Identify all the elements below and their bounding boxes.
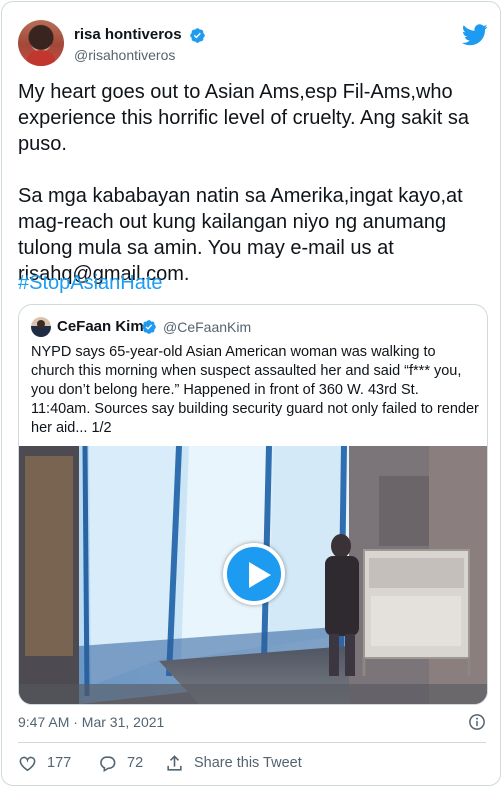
tweet-paragraph: My heart goes out to Asian Ams,esp Fil-A… xyxy=(18,81,469,155)
divider xyxy=(18,742,486,743)
reply-icon xyxy=(100,755,116,772)
author-name[interactable]: risa hontiveros xyxy=(74,26,182,43)
tweet-timestamp[interactable]: 9:47 AM · Mar 31, 2021 xyxy=(18,714,164,730)
share-icon xyxy=(167,754,182,771)
share-label: Share this Tweet xyxy=(194,755,302,771)
verified-badge-icon xyxy=(142,320,156,334)
heart-icon xyxy=(19,756,36,771)
tweet-header: risa hontiveros @risahontiveros xyxy=(18,20,488,70)
like-count: 177 xyxy=(47,755,72,771)
reply-button[interactable]: 72 xyxy=(98,753,143,773)
quoted-author-name: CeFaan Kim xyxy=(57,318,144,335)
verified-badge-icon xyxy=(190,28,205,43)
tweet-card: risa hontiveros @risahontiveros My heart… xyxy=(1,1,501,786)
author-avatar[interactable] xyxy=(18,20,64,66)
share-button[interactable]: Share this Tweet xyxy=(165,753,302,773)
quoted-author-avatar xyxy=(31,317,51,337)
like-button[interactable]: 177 xyxy=(18,753,71,773)
quoted-tweet-text: NYPD says 65-year-old Asian American wom… xyxy=(31,344,479,436)
author-handle[interactable]: @risahontiveros xyxy=(74,47,175,63)
play-icon[interactable] xyxy=(223,543,285,605)
tweet-body: My heart goes out to Asian Ams,esp Fil-A… xyxy=(18,79,490,287)
info-icon[interactable] xyxy=(468,713,486,731)
hashtag-link[interactable]: #StopAsianHate xyxy=(18,272,163,295)
quoted-tweet[interactable]: CeFaan Kim @CeFaanKim NYPD says 65-year-… xyxy=(18,304,488,705)
video-thumbnail[interactable] xyxy=(19,446,487,704)
twitter-bird-icon[interactable] xyxy=(462,24,488,46)
quoted-author-handle: @CeFaanKim xyxy=(163,319,252,335)
reply-count: 72 xyxy=(127,755,144,771)
